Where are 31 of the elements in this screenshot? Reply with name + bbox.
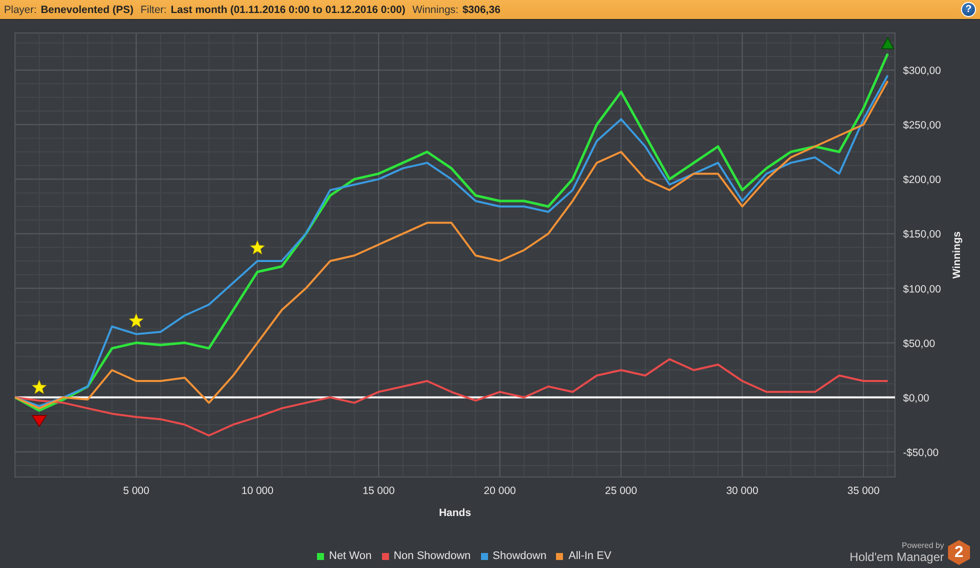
x-tick-label: 30 000 bbox=[726, 485, 758, 497]
y-tick-label: $100,00 bbox=[903, 283, 941, 296]
legend-label: All-In EV bbox=[568, 550, 612, 562]
y-tick-label: $300,00 bbox=[903, 65, 941, 78]
y-tick-label: $250,00 bbox=[903, 120, 941, 132]
brand-name: Hold'em Manager bbox=[850, 550, 944, 564]
x-tick-label: 10 000 bbox=[241, 485, 274, 497]
help-button[interactable]: ? bbox=[961, 2, 976, 17]
powered-by-text: Powered by bbox=[902, 541, 944, 550]
legend-label: Net Won bbox=[329, 550, 372, 562]
field-value: Last month (01.11.2016 0:00 to 01.12.2016 0:00) bbox=[170, 4, 406, 16]
x-tick-label: 35 000 bbox=[847, 485, 880, 497]
y-tick-label: $0,00 bbox=[903, 392, 930, 404]
y-axis-title: Winnings bbox=[951, 231, 963, 279]
x-tick-label: 20 000 bbox=[484, 485, 516, 497]
x-tick-label: 15 000 bbox=[362, 485, 395, 497]
logo-badge: 2 bbox=[948, 540, 970, 565]
y-tick-label: $150,00 bbox=[903, 228, 941, 241]
field-label: Filter: bbox=[140, 4, 167, 16]
y-tick-label: -$50,00 bbox=[903, 446, 939, 459]
legend-label: Non Showdown bbox=[394, 550, 471, 562]
field-label: Winnings: bbox=[412, 4, 458, 16]
legend-label: Showdown bbox=[492, 550, 546, 562]
field-label: Player: bbox=[4, 4, 37, 16]
field-value: $306,36 bbox=[462, 4, 500, 16]
x-tick-label: 5 000 bbox=[123, 485, 150, 497]
x-tick-label: 25 000 bbox=[605, 485, 638, 497]
field-value: Benevolented (PS) bbox=[40, 4, 134, 16]
y-tick-label: $50,00 bbox=[903, 338, 936, 350]
y-tick-label: $200,00 bbox=[903, 174, 941, 186]
x-axis-title: Hands bbox=[438, 507, 472, 519]
